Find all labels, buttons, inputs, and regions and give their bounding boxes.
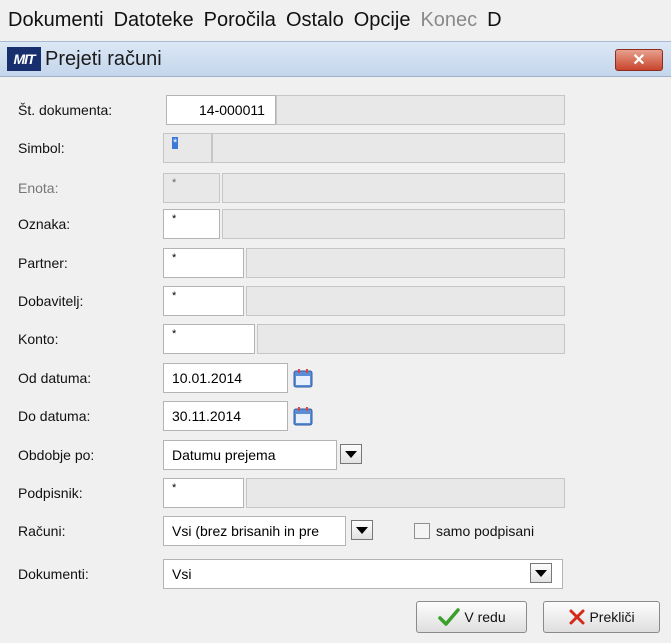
label-dobavitelj: Dobavitelj: [18, 293, 84, 309]
konto-field[interactable]: * [163, 324, 255, 354]
menu-dokumenti[interactable]: Dokumenti [8, 9, 104, 32]
simbol-field[interactable]: * [163, 133, 212, 163]
row-podpisnik: Podpisnik: * [0, 478, 671, 508]
od-datuma-field[interactable]: 10.01.2014 [163, 363, 288, 393]
row-do-datuma: Do datuma: 30.11.2014 [0, 401, 671, 431]
x-icon [569, 609, 585, 625]
row-enota: Enota: * [0, 173, 671, 203]
label-obdobje-po: Obdobje po: [18, 447, 95, 463]
row-obdobje-po: Obdobje po: Datumu prejema [0, 440, 671, 470]
filter-form: Št. dokumenta: 14-000011 Simbol: * Enota… [0, 78, 671, 643]
dokumenti-select[interactable]: Vsi [163, 559, 563, 589]
konto-description-field [257, 324, 565, 354]
menu-datoteke[interactable]: Datoteke [114, 9, 194, 32]
ok-button-label: V redu [464, 609, 506, 625]
row-simbol: Simbol: * [0, 133, 671, 163]
dobavitelj-description-field [246, 286, 565, 316]
st-dokumenta-extra-field [276, 95, 565, 125]
menu-porocila[interactable]: Poročila [204, 9, 276, 32]
label-dokumenti: Dokumenti: [18, 566, 89, 582]
obdobje-po-dropdown-arrow-icon[interactable] [340, 444, 362, 464]
partner-description-field [246, 248, 565, 278]
simbol-description-field [212, 133, 565, 163]
row-st-dokumenta: Št. dokumenta: 14-000011 [0, 95, 671, 125]
label-enota: Enota: [18, 180, 59, 196]
dokumenti-dropdown-arrow-icon[interactable] [530, 563, 552, 583]
row-od-datuma: Od datuma: 10.01.2014 [0, 363, 671, 393]
label-konto: Konto: [18, 331, 59, 347]
row-dobavitelj: Dobavitelj: * [0, 286, 671, 316]
window-title: Prejeti računi [45, 47, 162, 70]
app-logo: MIT [7, 47, 41, 71]
window-title-bar: MIT Prejeti računi ✕ [0, 41, 671, 77]
row-oznaka: Oznaka: * [0, 209, 671, 239]
checkmark-icon [438, 608, 461, 626]
samo-podpisani-label: samo podpisani [436, 523, 535, 539]
racuni-dropdown-arrow-icon[interactable] [351, 520, 373, 540]
dobavitelj-field[interactable]: * [163, 286, 244, 316]
do-datuma-calendar-icon[interactable] [292, 405, 314, 427]
menu-ostalo[interactable]: Ostalo [286, 9, 344, 32]
row-racuni: Računi: Vsi (brez brisanih in pre samo p… [0, 516, 671, 546]
ok-button[interactable]: V redu [416, 601, 527, 633]
label-partner: Partner: [18, 255, 68, 271]
label-od-datuma: Od datuma: [18, 370, 92, 386]
label-oznaka: Oznaka: [18, 216, 71, 232]
label-racuni: Računi: [18, 523, 66, 539]
label-simbol: Simbol: [18, 140, 65, 156]
menu-d[interactable]: D [487, 9, 501, 32]
label-do-datuma: Do datuma: [18, 408, 91, 424]
podpisnik-field[interactable]: * [163, 478, 244, 508]
row-konto: Konto: * [0, 324, 671, 354]
oznaka-description-field [222, 209, 565, 239]
od-datuma-calendar-icon[interactable] [292, 367, 314, 389]
enota-field: * [163, 173, 220, 203]
oznaka-field[interactable]: * [163, 209, 220, 239]
row-dokumenti: Dokumenti: Vsi [0, 559, 671, 589]
label-st-dokumenta: Št. dokumenta: [18, 102, 113, 118]
racuni-select[interactable]: Vsi (brez brisanih in pre [163, 516, 346, 546]
cancel-button-label: Prekliči [589, 609, 635, 625]
close-button[interactable]: ✕ [615, 49, 663, 71]
partner-field[interactable]: * [163, 248, 244, 278]
do-datuma-field[interactable]: 30.11.2014 [163, 401, 288, 431]
podpisnik-description-field [246, 478, 565, 508]
enota-description-field [222, 173, 565, 203]
st-dokumenta-field[interactable]: 14-000011 [166, 95, 276, 125]
obdobje-po-select[interactable]: Datumu prejema [163, 440, 337, 470]
samo-podpisani-checkbox[interactable] [414, 523, 430, 539]
simbol-value: * [172, 137, 179, 149]
menu-bar: Dokumenti Datoteke Poročila Ostalo Opcij… [0, 0, 671, 40]
label-podpisnik: Podpisnik: [18, 485, 83, 501]
cancel-button[interactable]: Prekliči [543, 601, 660, 633]
menu-konec: Konec [420, 8, 478, 31]
menu-opcije[interactable]: Opcije [354, 9, 411, 32]
row-partner: Partner: * [0, 248, 671, 278]
